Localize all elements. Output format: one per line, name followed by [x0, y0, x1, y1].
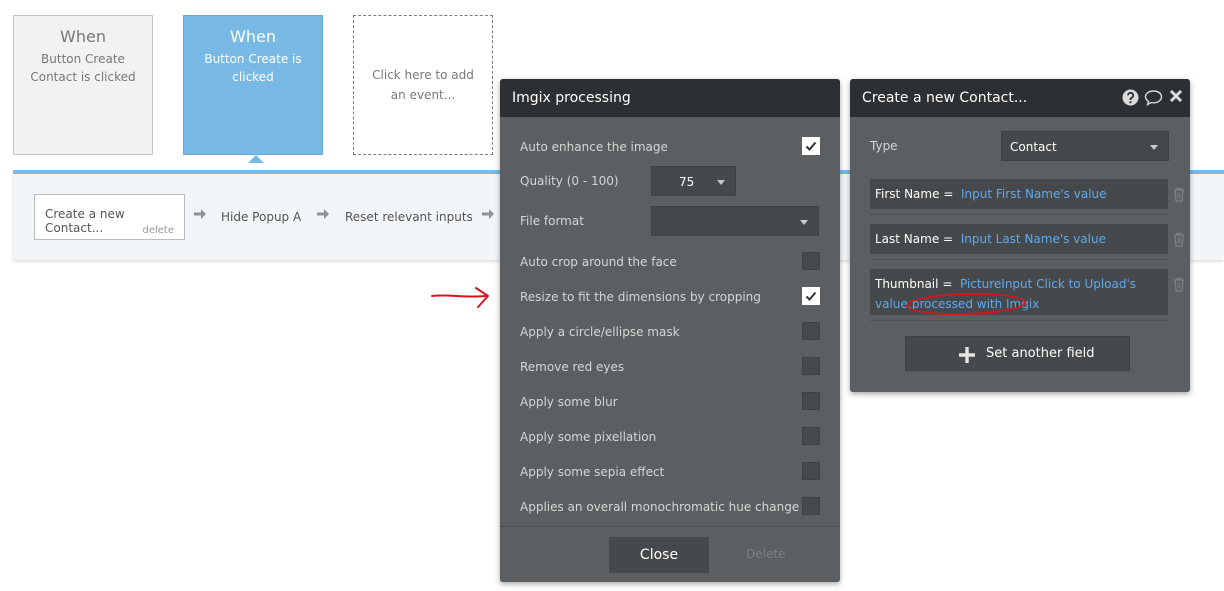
type-value: Contact [1010, 140, 1057, 154]
option-label: File format [520, 214, 584, 228]
field-last-name[interactable]: Last Name = Input Last Name's value [870, 224, 1168, 254]
type-label: Type [870, 139, 898, 153]
workflow-editor: When Button Create Contact is clicked Wh… [0, 0, 1224, 591]
field-equals: = [943, 187, 954, 201]
event-when-label: When [60, 27, 106, 46]
close-icon[interactable] [1169, 89, 1183, 107]
option-monochromatic: Applies an overall monochromatic hue cha… [520, 497, 820, 517]
set-another-field-button[interactable]: Set another field [905, 336, 1130, 371]
option-blur: Apply some blur [520, 392, 820, 412]
panel-footer: Close Delete [500, 526, 840, 582]
set-another-field-label: Set another field [986, 346, 1095, 361]
option-label: Auto crop around the face [520, 255, 677, 269]
checkbox-pixellation[interactable] [802, 427, 820, 445]
quality-select[interactable]: 75 [651, 166, 736, 196]
event-card-create[interactable]: When Button Create is clicked [183, 15, 323, 163]
field-equals: = [942, 277, 953, 291]
checkbox-red-eyes[interactable] [802, 357, 820, 375]
option-label: Remove red eyes [520, 360, 625, 374]
close-button[interactable]: Close [609, 537, 709, 573]
option-label: Apply some blur [520, 395, 618, 409]
option-resize-crop: Resize to fit the dimensions by cropping [520, 287, 820, 307]
arrow-right-icon [194, 209, 206, 219]
panel-header: Create a new Contact... [850, 79, 1190, 117]
divider [870, 320, 1168, 321]
checkbox-auto-crop[interactable] [802, 252, 820, 270]
event-when-label: When [230, 27, 276, 46]
annotation-arrow-icon [431, 287, 489, 308]
option-circle-mask: Apply a circle/ellipse mask [520, 322, 820, 342]
field-first-name[interactable]: First Name = Input First Name's value [870, 179, 1168, 209]
event-description: Button Create is clicked [204, 52, 302, 84]
field-value[interactable]: Input First Name's value [961, 187, 1107, 201]
trash-icon[interactable] [1173, 232, 1185, 247]
checkbox-blur[interactable] [802, 392, 820, 410]
file-format-select[interactable] [651, 206, 819, 236]
field-key: First Name [875, 187, 940, 201]
quality-value: 75 [679, 175, 695, 189]
action-hide-popup[interactable]: Hide Popup A [221, 210, 301, 224]
option-label: Auto enhance the image [520, 140, 668, 154]
type-select[interactable]: Contact [1001, 131, 1169, 161]
chevron-down-icon [800, 220, 808, 225]
help-icon[interactable] [1122, 89, 1139, 110]
checkbox-circle-mask[interactable] [802, 322, 820, 340]
add-event-label: Click here to add an event... [372, 68, 474, 102]
option-sepia: Apply some sepia effect [520, 462, 820, 482]
option-label: Apply some sepia effect [520, 465, 665, 479]
field-value[interactable]: Input Last Name's value [961, 232, 1106, 246]
comment-icon[interactable] [1144, 89, 1163, 110]
action-reset-inputs[interactable]: Reset relevant inputs [345, 210, 473, 224]
panel-title: Create a new Contact... [862, 90, 1028, 106]
field-key: Last Name [875, 232, 940, 246]
trash-icon[interactable] [1173, 187, 1185, 202]
divider [870, 259, 1168, 260]
option-label: Quality (0 - 100) [520, 174, 619, 188]
option-auto-crop: Auto crop around the face [520, 252, 820, 272]
add-event-card[interactable]: Click here to add an event... [353, 15, 493, 155]
chevron-down-icon [717, 180, 725, 185]
trash-icon[interactable] [1173, 277, 1185, 292]
panel-title: Imgix processing [500, 79, 840, 117]
imgix-processing-panel: Imgix processing Auto enhance the image … [500, 79, 840, 582]
delete-button[interactable]: Delete [746, 547, 785, 561]
arrow-right-icon [482, 209, 494, 219]
option-red-eyes: Remove red eyes [520, 357, 820, 377]
checkbox-auto-enhance[interactable] [802, 137, 820, 155]
chevron-down-icon [1150, 145, 1158, 150]
event-card-create-contact[interactable]: When Button Create Contact is clicked [13, 15, 153, 155]
event-description: Button Create Contact is clicked [30, 52, 136, 84]
checkbox-monochromatic[interactable] [802, 497, 820, 515]
action-create-contact[interactable]: Create a new Contact... delete [34, 194, 185, 240]
arrow-right-icon [317, 209, 329, 219]
field-key: Thumbnail [875, 277, 939, 291]
plus-icon [959, 347, 975, 363]
create-contact-panel: Create a new Contact... Type Contact Fir… [850, 79, 1190, 392]
option-label: Applies an overall monochromatic hue cha… [520, 500, 800, 514]
action-delete-link[interactable]: delete [142, 225, 174, 236]
option-label: Resize to fit the dimensions by cropping [520, 290, 761, 304]
checkbox-resize-crop[interactable] [802, 287, 820, 305]
option-pixellation: Apply some pixellation [520, 427, 820, 447]
check-icon [805, 291, 817, 301]
option-auto-enhance: Auto enhance the image [520, 137, 820, 157]
checkbox-sepia[interactable] [802, 462, 820, 480]
divider [870, 214, 1168, 215]
field-equals: = [943, 232, 954, 246]
check-icon [805, 141, 817, 151]
option-label: Apply some pixellation [520, 430, 657, 444]
option-label: Apply a circle/ellipse mask [520, 325, 680, 339]
